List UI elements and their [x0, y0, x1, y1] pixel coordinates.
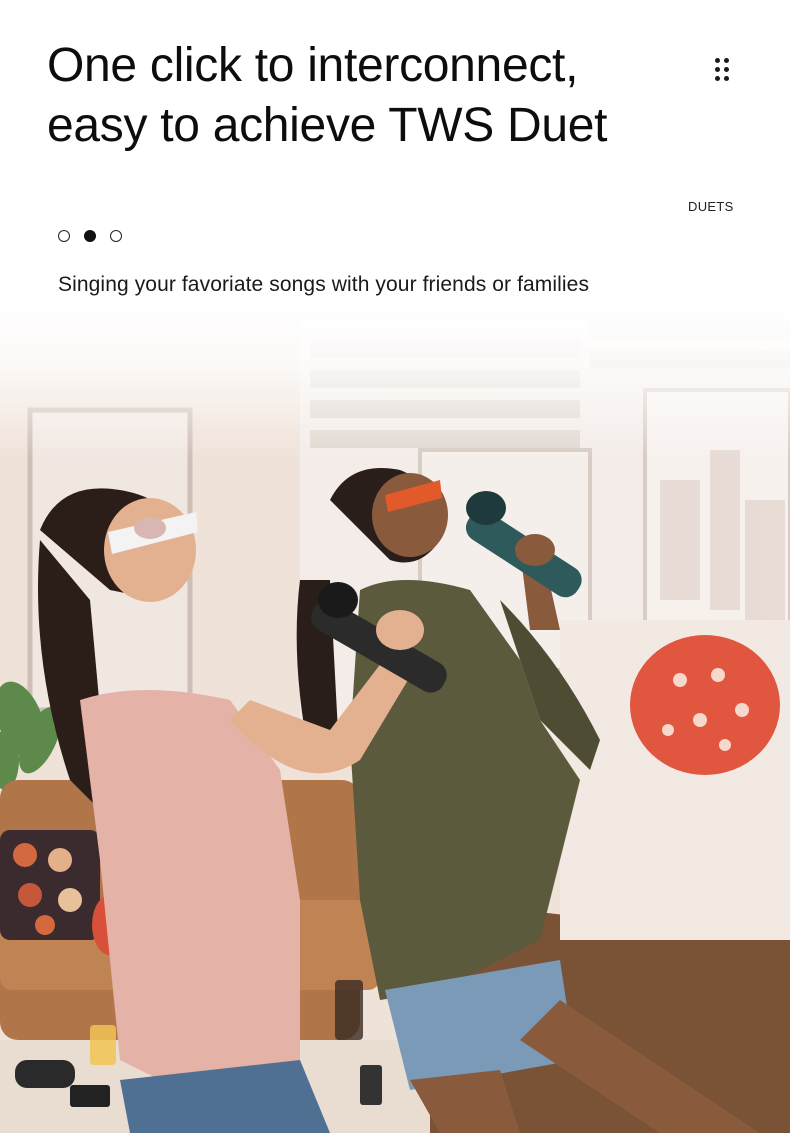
- carousel-pager: [58, 230, 122, 244]
- dots-grid-icon[interactable]: [713, 56, 731, 84]
- page-title: One click to interconnect, easy to achie…: [47, 36, 687, 156]
- pager-dot-3[interactable]: [110, 230, 122, 242]
- section-label: DUETS: [688, 199, 734, 214]
- hero-photo: [0, 300, 790, 1133]
- tagline: Singing your favoriate songs with your f…: [58, 273, 590, 296]
- photo-top-fade: [0, 300, 790, 460]
- title-line-1: One click to interconnect,: [47, 39, 579, 92]
- pager-dot-2-active[interactable]: [84, 230, 96, 242]
- pager-dot-1[interactable]: [58, 230, 70, 242]
- title-line-2: easy to achieve TWS Duet: [47, 99, 608, 152]
